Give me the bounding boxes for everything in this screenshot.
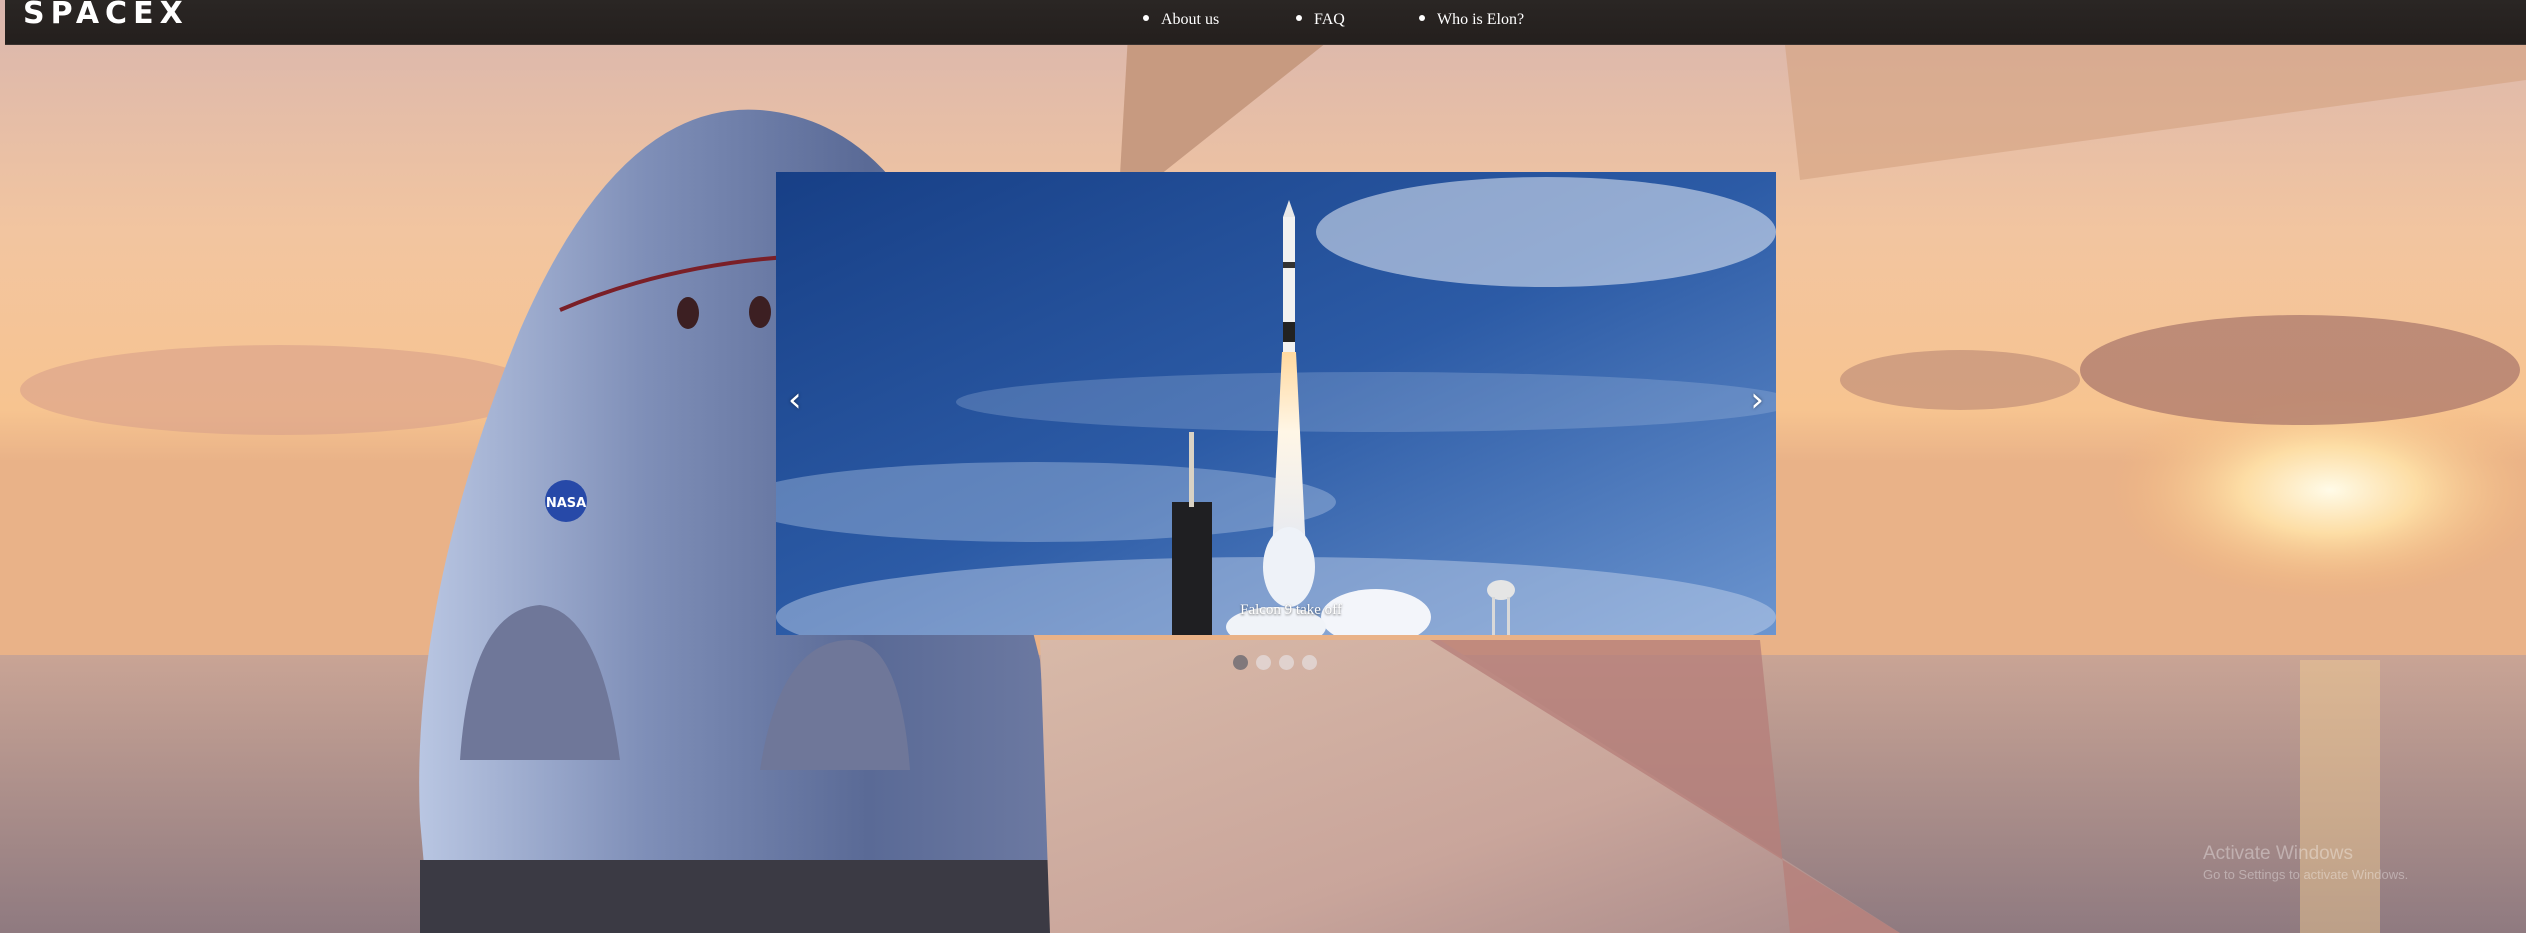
nav-item-label: FAQ <box>1314 11 1345 28</box>
nav-item-about-us[interactable]: About us <box>1143 8 1219 32</box>
watermark-subtitle: Go to Settings to activate Windows. <box>2203 867 2409 882</box>
nav-item-label: Who is Elon? <box>1437 11 1525 28</box>
carousel-indicator-1[interactable] <box>1233 655 1248 670</box>
nav-item-who-is-elon[interactable]: Who is Elon? <box>1419 8 1524 32</box>
carousel-indicator-2[interactable] <box>1256 655 1271 670</box>
carousel-next-button[interactable]: › <box>1750 380 1764 420</box>
carousel-prev-button[interactable]: ‹ <box>788 380 802 420</box>
nav-item-faq[interactable]: FAQ <box>1296 8 1345 32</box>
spacex-logo[interactable]: SPACEX <box>23 0 189 29</box>
carousel-indicator-3[interactable] <box>1279 655 1294 670</box>
nav-item-label: About us <box>1161 11 1220 28</box>
bullet-icon <box>1419 15 1425 22</box>
svg-text:NASA: NASA <box>546 496 586 511</box>
carousel-indicator-4[interactable] <box>1302 655 1317 670</box>
watermark-title: Activate Windows <box>2203 843 2353 864</box>
bullet-icon <box>1296 15 1302 22</box>
top-navbar: SPACEX About us FAQ Who is Elon? <box>5 0 2526 45</box>
activate-windows-watermark: Activate Windows Go to Settings to activ… <box>2203 842 2408 884</box>
carousel-indicators <box>1233 655 1317 671</box>
carousel-slide-image <box>776 172 1776 635</box>
bullet-icon <box>1143 15 1149 22</box>
image-carousel: ‹ › Falcon 9 take off <box>776 172 1776 635</box>
carousel-caption: Falcon 9 take off <box>1240 602 1342 618</box>
